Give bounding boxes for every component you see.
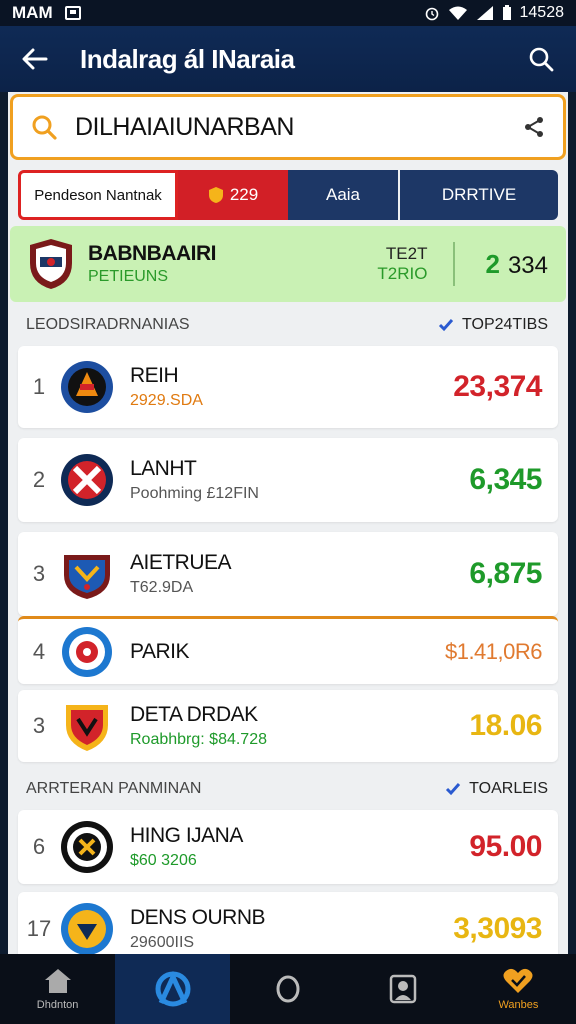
team-logo-icon	[60, 547, 114, 601]
featured-mid-bottom: T2RIO	[377, 264, 428, 283]
circle-icon	[276, 975, 300, 1003]
team-crest-icon	[30, 239, 72, 289]
battery-icon	[502, 5, 511, 20]
nav-home[interactable]: Dhdnton	[0, 954, 115, 1024]
search-icon	[529, 47, 554, 72]
team-logo-icon	[60, 453, 114, 507]
row-rank: 6	[32, 834, 46, 859]
check-icon	[438, 319, 454, 332]
back-button[interactable]	[0, 26, 70, 92]
tab-229-label: 229	[229, 185, 259, 204]
row-sub: Poohming £12FIN	[130, 485, 259, 502]
nav-logo[interactable]	[115, 954, 231, 1024]
tab-229[interactable]: 229	[178, 170, 288, 220]
bottom-nav: Dhdnton Wanbes	[0, 954, 576, 1024]
featured-value-green: 2	[485, 248, 500, 279]
row-value: $1.41,0R6	[444, 638, 543, 664]
section-title: ARRTERAN PANMINAN	[26, 780, 202, 797]
row-value: 95.00	[469, 830, 542, 863]
status-time: 14528	[519, 4, 565, 21]
home-icon	[44, 969, 71, 993]
tab-drrtive[interactable]: DRRTIVE	[400, 170, 558, 220]
row-sub: 29600IIS	[130, 934, 195, 951]
team-logo-icon	[60, 820, 114, 874]
row-value: 18.06	[469, 709, 542, 742]
app-bar: Indalrag ál INaraia	[0, 26, 576, 92]
featured-sub: PETIEUNS	[88, 268, 169, 285]
row-name: DETA DRDAK	[130, 703, 258, 726]
row-rank: 17	[26, 916, 52, 941]
signal-icon	[476, 6, 493, 20]
shield-icon	[208, 187, 223, 203]
featured-name: BABNBAAIRI	[88, 242, 217, 265]
section-header-leaderboard: LEODSIRADRNANIAS TOP24TIBS	[26, 310, 548, 340]
search-icon	[32, 115, 57, 140]
alarm-icon	[425, 7, 438, 21]
back-arrow-icon	[22, 48, 48, 70]
row-value: 3,3093	[453, 912, 542, 945]
table-row[interactable]: 2 LANHT Poohming £12FIN 6,345	[18, 438, 558, 522]
check-icon	[446, 783, 461, 796]
section-filter[interactable]: TOARLEIS	[469, 780, 548, 798]
row-sub: Roabhbrg: $84.728	[130, 731, 267, 748]
featured-mid-top: TE2T	[385, 244, 428, 263]
row-rank: 3	[32, 561, 46, 586]
row-rank: 4	[32, 638, 46, 664]
row-name: HING IJANA	[130, 824, 243, 847]
heart-icon	[503, 968, 533, 993]
row-sub: $60 3206	[130, 852, 197, 869]
tab-pendeson[interactable]: Pendeson Nantnak	[18, 170, 178, 220]
nav-favorites[interactable]: Wanbes	[461, 954, 576, 1024]
row-name: DENS OURNB	[130, 906, 266, 929]
table-row[interactable]: 6 HING IJANA $60 3206 95.00	[18, 810, 558, 884]
wifi-icon	[448, 6, 467, 20]
nav-favorites-label: Wanbes	[498, 999, 539, 1011]
featured-team-card[interactable]: BABNBAAIRI PETIEUNS TE2T T2RIO 2 334	[10, 226, 566, 302]
notification-icon	[64, 6, 81, 20]
search-input[interactable]: DILHAIAIUNARBAN	[10, 94, 566, 160]
page-title: Indalrag ál INaraia	[80, 43, 295, 74]
row-value: 6,875	[469, 557, 542, 590]
nav-circle[interactable]	[230, 954, 345, 1024]
featured-value: 334	[507, 251, 548, 279]
team-logo-icon	[60, 625, 114, 679]
nav-profile[interactable]	[346, 954, 461, 1024]
content-area: DILHAIAIUNARBAN Pendeson Nantnak 229 Aai…	[8, 92, 568, 954]
profile-icon	[389, 974, 417, 1004]
share-icon[interactable]	[523, 116, 545, 138]
row-value: 6,345	[469, 463, 542, 496]
table-row[interactable]: 3 AIETRUEA T62.9DA 6,875	[18, 532, 558, 616]
row-name: LANHT	[130, 457, 197, 480]
filter-tabs: Pendeson Nantnak 229 Aaia DRRTIVE	[18, 170, 558, 220]
row-name: AIETRUEA	[130, 551, 232, 574]
nav-home-label: Dhdnton	[36, 999, 79, 1011]
row-rank: 3	[32, 713, 46, 738]
section-title: LEODSIRADRNANIAS	[26, 316, 190, 333]
table-row[interactable]: 1 REIH 2929.SDA 23,374	[18, 346, 558, 428]
carrier-text: MAM	[12, 3, 53, 22]
search-button[interactable]	[506, 26, 576, 92]
row-value: 23,374	[453, 370, 542, 403]
row-name: PARIK	[130, 639, 189, 663]
team-logo-icon	[60, 902, 114, 954]
table-row[interactable]: 4 PARIK $1.41,0R6	[18, 616, 558, 684]
table-row[interactable]: 3 DETA DRDAK Roabhbrg: $84.728 18.06	[18, 690, 558, 762]
table-row[interactable]: 17 DENS OURNB 29600IIS 3,3093	[18, 892, 558, 954]
status-bar: MAM 14528	[0, 0, 576, 26]
search-value: DILHAIAIUNARBAN	[75, 112, 294, 141]
row-sub: T62.9DA	[130, 579, 194, 596]
tab-aaia[interactable]: Aaia	[288, 170, 398, 220]
section-header-arrteran: ARRTERAN PANMINAN TOARLEIS	[26, 774, 548, 804]
ring-logo-icon	[155, 971, 191, 1007]
section-filter[interactable]: TOP24TIBS	[462, 316, 548, 334]
team-logo-icon	[60, 360, 114, 414]
row-name: REIH	[130, 364, 179, 387]
row-rank: 1	[32, 374, 46, 399]
row-rank: 2	[32, 467, 46, 492]
row-sub: 2929.SDA	[130, 392, 203, 409]
team-logo-icon	[60, 699, 114, 753]
